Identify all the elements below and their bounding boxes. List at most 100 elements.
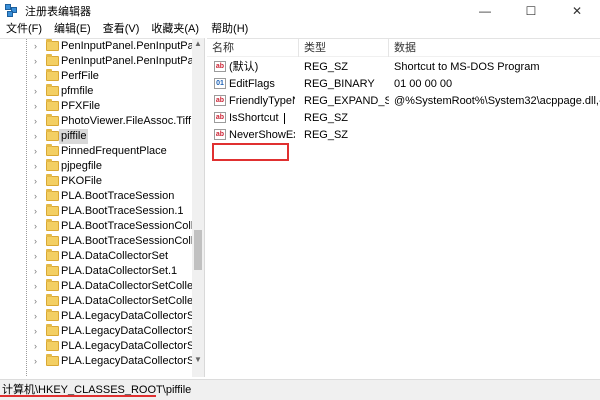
tree-item[interactable]: › PLA.BootTraceSession xyxy=(0,189,190,204)
tree-item[interactable]: › PLA.DataCollectorSetCollection xyxy=(0,279,204,294)
expand-chevron-icon[interactable]: › xyxy=(34,295,44,308)
folder-icon xyxy=(46,114,59,126)
folder-icon xyxy=(46,174,59,186)
tree-item-label: PLA.DataCollectorSet.1 xyxy=(61,265,178,277)
value-name: (默认) xyxy=(229,61,259,73)
tree-item[interactable]: › PLA.LegacyDataCollectorSetCo xyxy=(0,339,204,354)
folder-icon xyxy=(46,309,59,321)
tree-item[interactable]: › PLA.BootTraceSessionCollection.1 xyxy=(0,234,204,249)
expand-chevron-icon[interactable]: › xyxy=(34,325,44,338)
menu-help[interactable]: 帮助(H) xyxy=(205,21,254,38)
tree-item[interactable]: › piffile xyxy=(0,129,190,144)
value-type: REG_SZ xyxy=(304,61,349,73)
tree-item[interactable]: › PKOFile xyxy=(0,174,190,189)
tree-item[interactable]: › PLA.BootTraceSession.1 xyxy=(0,204,190,219)
folder-icon xyxy=(46,324,59,336)
tree-item[interactable]: › PLA.DataCollectorSet xyxy=(0,249,190,264)
expand-chevron-icon[interactable]: › xyxy=(34,310,44,323)
value-data: 01 00 00 00 xyxy=(394,78,453,90)
tree-item[interactable]: › PerfFile xyxy=(0,69,190,84)
value-row[interactable]: abFriendlyTypeN... REG_EXPAND_SZ @%SystemR… xyxy=(207,93,600,109)
folder-icon xyxy=(46,159,59,171)
tree-item[interactable]: › PinnedFrequentPlace xyxy=(0,144,190,159)
menu-view[interactable]: 查看(V) xyxy=(97,21,146,38)
tree-item-label: PenInputPanel.PenInputPanel xyxy=(61,40,205,52)
expand-chevron-icon[interactable]: › xyxy=(34,250,44,263)
tree-item-label: PKOFile xyxy=(61,175,102,187)
scroll-down-icon[interactable]: ▼ xyxy=(192,354,204,366)
rename-edit-box[interactable] xyxy=(212,143,289,161)
tree-item-label: PLA.LegacyDataCollectorSet.1 xyxy=(61,325,205,337)
expand-chevron-icon[interactable]: › xyxy=(34,220,44,233)
window-title: 注册表编辑器 xyxy=(25,5,91,18)
folder-icon xyxy=(46,339,59,351)
tree-item[interactable]: › PLA.LegacyDataCollectorSet.1 xyxy=(0,324,204,339)
tree-item-label: PhotoViewer.FileAssoc.Tiff xyxy=(61,115,192,127)
tree-item[interactable]: › PLA.DataCollectorSet.1 xyxy=(0,264,190,279)
expand-chevron-icon[interactable]: › xyxy=(34,340,44,353)
column-header-data[interactable]: 数据 xyxy=(389,39,600,57)
value-row[interactable]: ab IsShortcut REG_SZ xyxy=(207,110,600,126)
tree-item[interactable]: › PenInputPanel.PenInputPanel.1 xyxy=(0,54,204,69)
value-data xyxy=(394,110,600,126)
column-header-name[interactable]: 名称 xyxy=(207,39,299,57)
tree-item[interactable]: › PLA.BootTraceSessionCollection xyxy=(0,219,204,234)
tree-vertical-scrollbar[interactable]: ▲ ▼ xyxy=(192,38,204,377)
expand-chevron-icon[interactable]: › xyxy=(34,85,44,98)
close-button[interactable]: ✕ xyxy=(554,0,600,21)
expand-chevron-icon[interactable]: › xyxy=(34,175,44,188)
tree-item[interactable]: › PFXFile xyxy=(0,99,190,114)
tree-item[interactable]: › pfmfile xyxy=(0,84,190,99)
value-row[interactable]: 01 EditFlags REG_BINARY 01 00 00 00 xyxy=(207,76,600,92)
value-row[interactable]: ab (默认) REG_SZ Shortcut to MS-DOS Program xyxy=(207,59,600,75)
expand-chevron-icon[interactable]: › xyxy=(34,130,44,143)
expand-chevron-icon[interactable]: › xyxy=(34,55,44,68)
tree-item-label: PLA.DataCollectorSet xyxy=(61,250,168,262)
text-caret xyxy=(284,113,285,124)
folder-icon xyxy=(46,144,59,156)
value-row[interactable]: ab NeverShowExt REG_SZ xyxy=(207,127,600,143)
folder-icon xyxy=(46,129,59,141)
minimize-button[interactable]: — xyxy=(462,0,508,21)
tree-item-label: PLA.LegacyDataCollectorSetCo xyxy=(61,340,205,352)
expand-chevron-icon[interactable]: › xyxy=(34,70,44,83)
tree-item-label: PLA.BootTraceSessionCollection.1 xyxy=(61,235,204,247)
values-list[interactable]: 名称 类型 数据 ab (默认) REG_SZ Shortcut to MS-DOS … xyxy=(207,38,600,377)
registry-tree[interactable]: › PenInputPanel.PenInputPanel › PenInputPan… xyxy=(0,38,205,377)
folder-icon xyxy=(46,99,59,111)
folder-icon xyxy=(46,219,59,231)
menu-edit[interactable]: 编辑(E) xyxy=(48,21,97,38)
expand-chevron-icon[interactable]: › xyxy=(34,40,44,53)
expand-chevron-icon[interactable]: › xyxy=(34,280,44,293)
menu-file[interactable]: 文件(F) xyxy=(0,21,48,38)
tree-item[interactable]: › PLA.LegacyDataCollectorSetCo xyxy=(0,354,204,369)
folder-icon xyxy=(46,69,59,81)
folder-icon xyxy=(46,249,59,261)
expand-chevron-icon[interactable]: › xyxy=(34,235,44,248)
folder-icon xyxy=(46,354,59,366)
expand-chevron-icon[interactable]: › xyxy=(34,100,44,113)
expand-chevron-icon[interactable]: › xyxy=(34,265,44,278)
scroll-thumb[interactable] xyxy=(194,230,202,270)
tree-item[interactable]: › PenInputPanel.PenInputPanel xyxy=(0,39,204,54)
expand-chevron-icon[interactable]: › xyxy=(34,145,44,158)
value-name: FriendlyTypeN... xyxy=(229,95,295,107)
tree-item[interactable]: › PLA.DataCollectorSetCollection.1 xyxy=(0,294,204,309)
tree-item-label: PenInputPanel.PenInputPanel.1 xyxy=(61,55,205,67)
expand-chevron-icon[interactable]: › xyxy=(34,355,44,368)
tree-item[interactable]: › PLA.LegacyDataCollectorSet xyxy=(0,309,203,324)
tree-item-label: pfmfile xyxy=(61,85,94,97)
menu-favorites[interactable]: 收藏夹(A) xyxy=(145,21,205,38)
string-value-icon: ab xyxy=(214,129,226,140)
tree-item[interactable]: › PhotoViewer.FileAssoc.Tiff xyxy=(0,114,192,129)
expand-chevron-icon[interactable]: › xyxy=(34,205,44,218)
expand-chevron-icon[interactable]: › xyxy=(34,160,44,173)
expand-chevron-icon[interactable]: › xyxy=(34,190,44,203)
maximize-button[interactable]: ☐ xyxy=(508,0,554,21)
folder-icon xyxy=(46,39,59,51)
scroll-up-icon[interactable]: ▲ xyxy=(192,38,204,50)
expand-chevron-icon[interactable]: › xyxy=(34,115,44,128)
column-header-type[interactable]: 类型 xyxy=(299,39,389,57)
folder-icon xyxy=(46,204,59,216)
tree-item[interactable]: › pjpegfile xyxy=(0,159,190,174)
